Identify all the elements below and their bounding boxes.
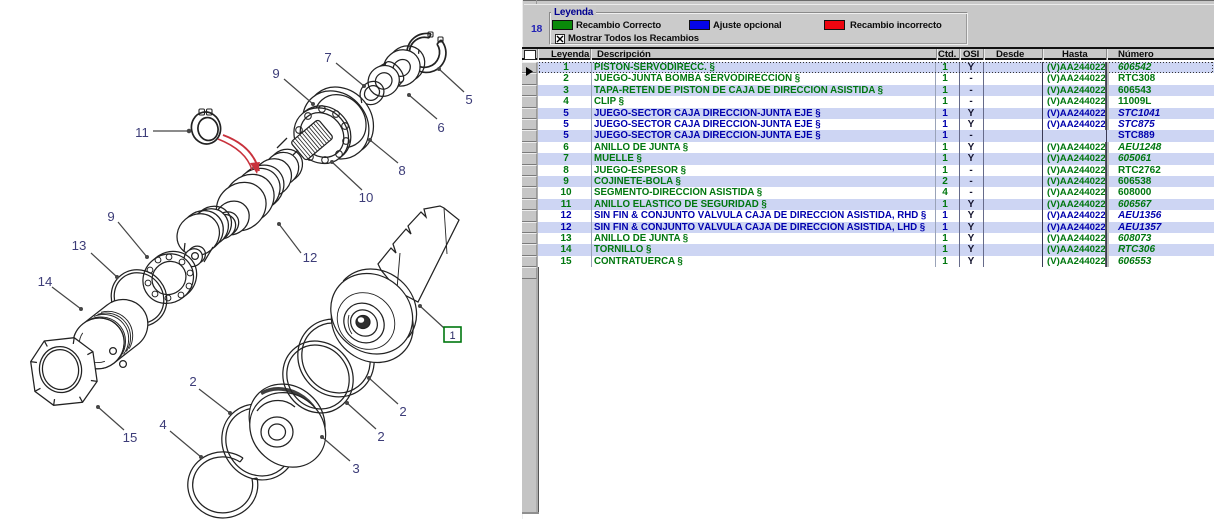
svg-text:15: 15: [123, 430, 138, 445]
svg-text:1: 1: [449, 330, 455, 342]
svg-text:11: 11: [135, 125, 149, 140]
svg-text:12: 12: [303, 250, 318, 265]
svg-text:6: 6: [437, 120, 444, 135]
svg-text:14: 14: [38, 274, 53, 289]
svg-text:3: 3: [352, 461, 359, 476]
svg-text:9: 9: [107, 209, 114, 224]
svg-text:2: 2: [377, 429, 384, 444]
svg-text:4: 4: [159, 417, 166, 432]
svg-text:5: 5: [465, 92, 472, 107]
svg-text:8: 8: [398, 163, 405, 178]
svg-text:2: 2: [399, 404, 406, 419]
svg-text:10: 10: [359, 190, 374, 205]
svg-text:7: 7: [324, 50, 331, 65]
svg-text:13: 13: [72, 238, 87, 253]
svg-text:9: 9: [272, 66, 279, 81]
svg-text:2: 2: [189, 374, 196, 389]
